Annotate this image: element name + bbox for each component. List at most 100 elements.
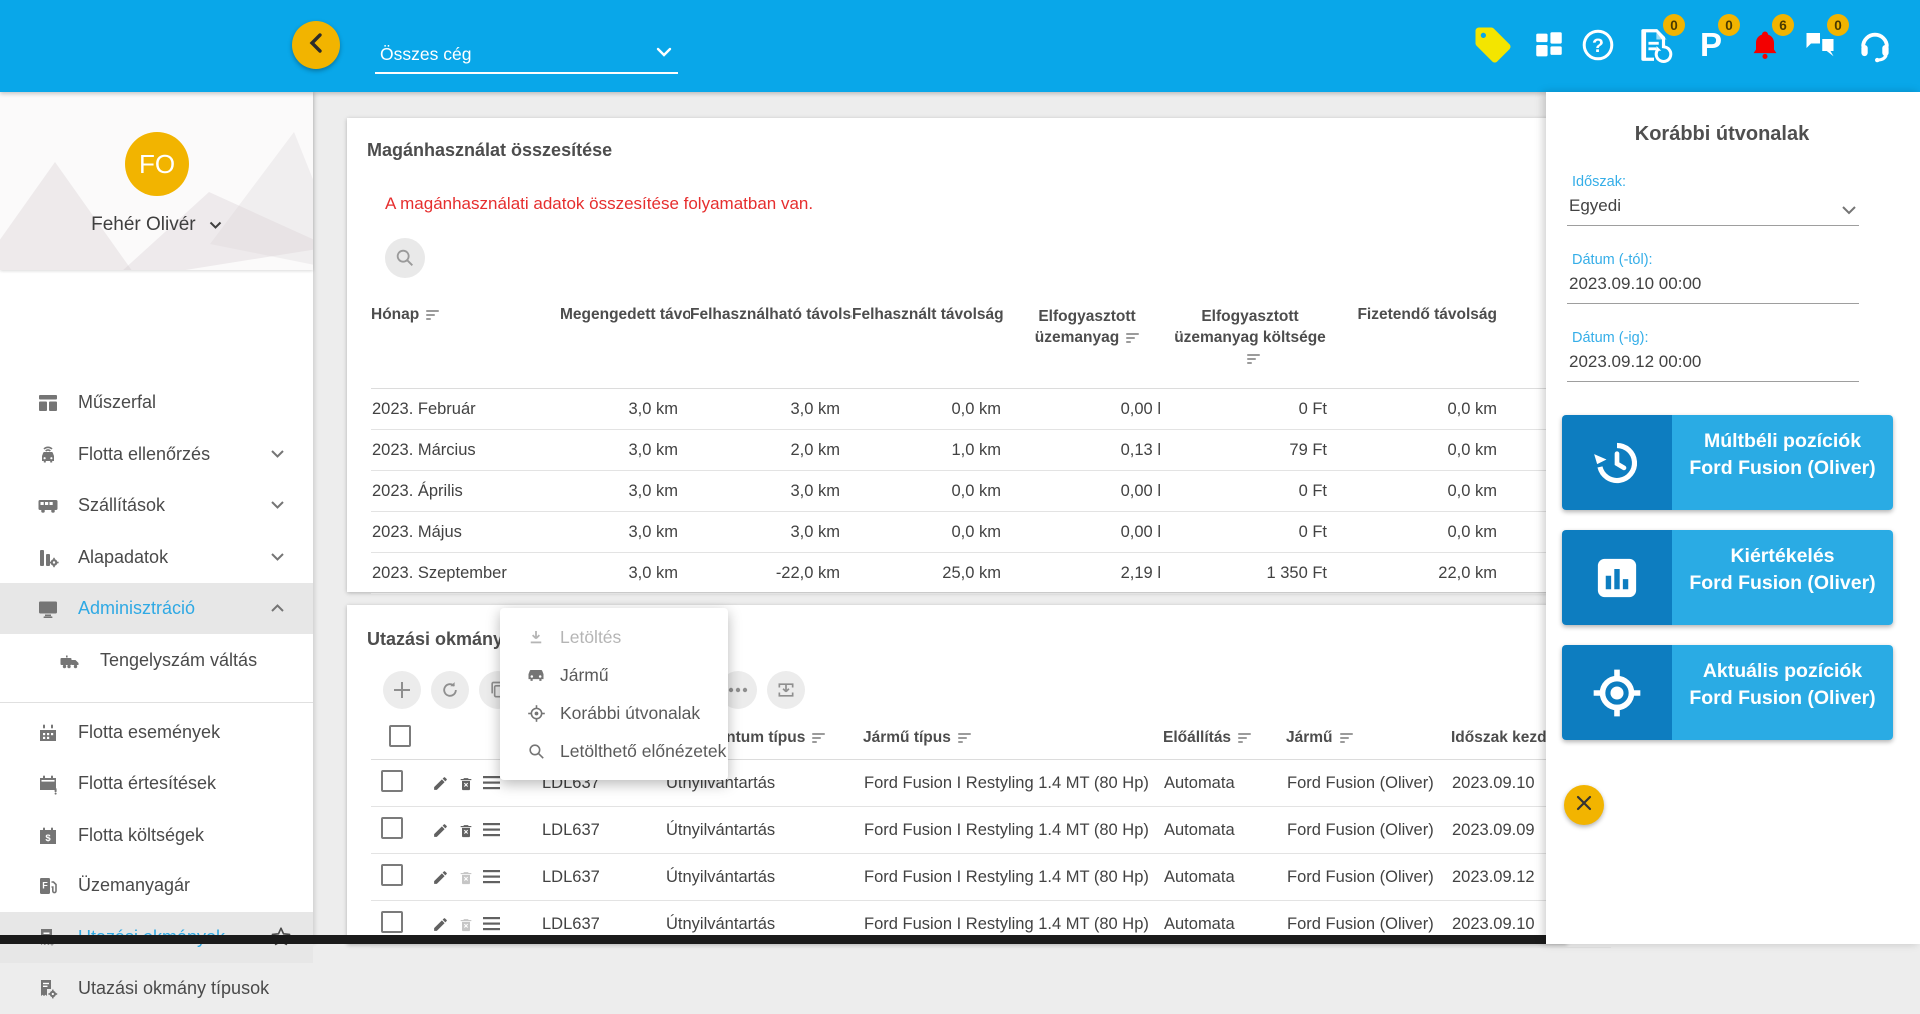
apps-grid-icon[interactable] [1529,25,1569,65]
delete-icon[interactable] [458,775,474,792]
table-header-row: Hónap Megengedett távolság Felhasználhat… [371,300,1567,389]
sidebar-item-base-data[interactable]: Alapadatok [0,532,313,583]
svg-text:F: F [42,880,48,890]
reports-badge: 0 [1663,14,1685,36]
row-menu-icon[interactable] [483,823,500,837]
private-usage-title: Magánhasználat összesítése [367,140,613,160]
sort-icon[interactable] [1238,731,1252,745]
sidebar-item-shipments[interactable]: Szállítások [0,480,313,531]
col-jarmu-tipus[interactable]: Jármű típus [863,717,1163,760]
row-checkbox[interactable] [381,863,403,886]
sort-icon[interactable] [957,731,971,745]
sidebar-item-axle-change[interactable]: Tengelyszám váltás [0,635,313,686]
bus-icon [36,494,60,518]
sidebar-item-fleet-events[interactable]: Flotta események [0,707,313,758]
sidebar-item-fleet-notifications[interactable]: Flotta értesítések [0,758,313,809]
menu-item-download: Letöltés [500,618,728,656]
row-menu-icon[interactable] [483,776,500,790]
col-megengedett[interactable]: Megengedett távolság [560,300,690,389]
search-icon [524,742,548,761]
row-checkbox[interactable] [381,816,403,839]
car-icon [524,667,548,683]
row-checkbox[interactable] [381,910,403,933]
row-menu-icon[interactable] [483,870,500,884]
select-all-checkbox[interactable] [388,724,411,747]
col-fizetendo[interactable]: Fizetendő távolság [1339,300,1509,389]
sidebar-item-dashboard[interactable]: Műszerfal [0,377,313,428]
avatar[interactable]: FO [125,132,189,196]
divider [0,702,313,703]
current-positions-button[interactable]: Aktuális pozíciók Ford Fusion (Oliver) [1562,645,1893,740]
row-menu-icon[interactable] [483,917,500,931]
col-jarmu[interactable]: Jármű [1286,717,1451,760]
sidebar-item-travel-document-types[interactable]: Utazási okmány típusok [0,963,313,1014]
sidebar-item-fuel-price[interactable]: F Üzemanyagár [0,860,313,911]
delete-icon-disabled [460,871,472,884]
sidebar-item-fleet-check[interactable]: Flotta ellenőrzés [0,429,313,480]
period-field: Időszak: Egyedi [1567,174,1859,226]
target-icon [524,704,548,723]
sort-icon[interactable] [1126,331,1140,345]
menu-item-vehicle[interactable]: Jármű [500,656,728,694]
back-button[interactable] [292,21,340,69]
table-row[interactable]: 2023. Március 3,0 km 2,0 km 1,0 km 0,13 l 79 … [371,430,1567,471]
company-select[interactable]: Összes cég [375,34,678,74]
help-icon[interactable]: ? [1578,25,1618,65]
date-from-input[interactable]: 2023.09.10 00:00 [1567,268,1859,304]
context-menu: Letöltés Jármű Korábbi útvonalak Letölth… [500,608,728,780]
col-honap[interactable]: Hónap [371,300,560,389]
menu-item-downloadable-previews[interactable]: Letölthető előnézetek [500,732,728,770]
sort-icon[interactable] [1339,731,1353,745]
edit-icon[interactable] [432,775,449,792]
row-checkbox[interactable] [381,769,403,792]
edit-icon[interactable] [432,822,449,839]
sort-icon[interactable] [426,308,440,322]
edit-icon[interactable] [432,869,449,886]
truck-icon [58,649,82,673]
tag-icon[interactable] [1470,22,1516,68]
button-line1: Kiértékelés [1730,545,1835,567]
sort-icon[interactable] [1247,352,1260,366]
menu-item-previous-routes[interactable]: Korábbi útvonalak [500,694,728,732]
sort-icon[interactable] [812,731,826,745]
search-button[interactable] [385,238,425,278]
sidebar-item-administration[interactable]: Adminisztráció [0,583,313,634]
edit-icon[interactable] [432,916,449,933]
sidebar-item-fleet-costs[interactable]: $ Flotta költségek [0,810,313,861]
table-row[interactable]: 2023. Április 3,0 km 3,0 km 0,0 km 0,00 l0 F… [371,471,1567,512]
delete-icon[interactable] [458,822,474,839]
table-row[interactable]: 2023. Február 3,0 km 3,0 km 0,0 km 0,00 l0 F… [371,389,1567,430]
date-to-input[interactable]: 2023.09.12 00:00 [1567,346,1859,382]
private-usage-card: Magánhasználat összesítése A magánhaszná… [347,118,1567,594]
date-to-label: Dátum (-ig): [1572,330,1649,346]
table-row[interactable]: LDL637 Útnyilvántartás Ford Fusion I Res… [371,807,1611,854]
col-felhasznalhato[interactable]: Felhasználható távolság [690,300,852,389]
past-positions-button[interactable]: Múltbéli pozíciók Ford Fusion (Oliver) [1562,415,1893,510]
refresh-button[interactable] [431,671,469,709]
col-uzemanyag-koltsege[interactable]: Elfogyasztott üzemanyag költsége [1173,300,1339,389]
svg-text:$: $ [45,833,51,844]
svg-text:?: ? [1592,35,1604,57]
period-select[interactable]: Egyedi [1567,190,1859,226]
table-row[interactable]: 2023. Szeptember 3,0 km -22,0 km 25,0 km 2,1… [371,553,1567,594]
user-menu[interactable]: Fehér Olivér [0,214,313,236]
date-from-field: Dátum (-tól): 2023.09.10 00:00 [1567,252,1859,304]
add-button[interactable] [383,671,421,709]
col-elfogyasztott-uzemanyag[interactable]: Elfogyasztott üzemanyag [1013,300,1173,389]
headset-icon[interactable] [1855,25,1895,65]
delete-icon-disabled [460,918,472,931]
export-button[interactable] [767,671,805,709]
button-line2: Ford Fusion (Oliver) [1689,457,1876,479]
button-line1: Múltbéli pozíciók [1703,430,1862,452]
evaluation-button[interactable]: Kiértékelés Ford Fusion (Oliver) [1562,530,1893,625]
button-line2: Ford Fusion (Oliver) [1689,687,1876,709]
messages-badge: 0 [1827,14,1849,36]
table-row[interactable]: 2023. Május 3,0 km 3,0 km 0,0 km 0,00 l0 Ft 0… [371,512,1567,553]
top-bar: Összes cég ? 0 P 0 6 0 [0,0,1920,92]
col-felhasznalt[interactable]: Felhasznált távolság [852,300,1013,389]
col-eloallitas[interactable]: Előállítás [1163,717,1286,760]
close-drawer-button[interactable] [1564,785,1604,825]
table-row[interactable]: LDL637 Útnyilvántartás Ford Fusion I Res… [371,854,1611,901]
download-icon [524,628,548,646]
bottom-bar [0,935,1546,944]
